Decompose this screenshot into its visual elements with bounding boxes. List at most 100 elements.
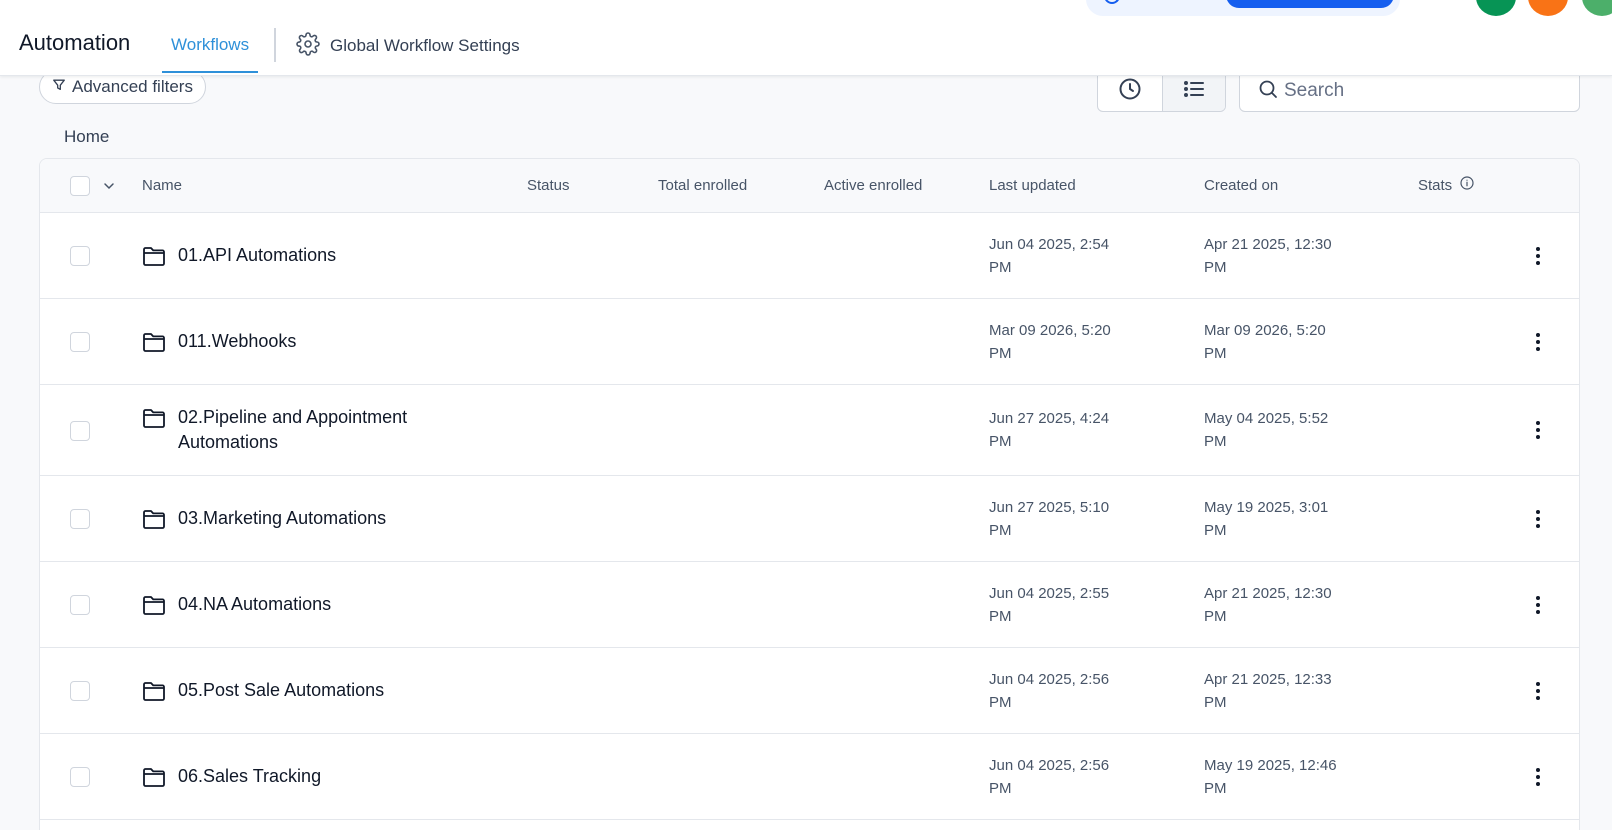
last-updated-cell: Jun 04 2025, 2:56 PM [989, 668, 1169, 714]
created-on-cell: May 19 2025, 12:46 PM [1204, 754, 1384, 800]
column-header-stats[interactable]: Stats [1418, 159, 1474, 213]
last-updated-meridiem: PM [989, 259, 1012, 276]
created-on-cell: May 04 2025, 5:52 PM [1204, 407, 1384, 453]
info-icon[interactable] [1460, 159, 1474, 213]
notifications-avatar[interactable] [1528, 0, 1568, 16]
row-checkbox[interactable] [70, 332, 90, 352]
last-updated-date: Jun 27 2025, 5:10 [989, 499, 1110, 516]
more-options-icon[interactable] [1526, 418, 1550, 442]
clock-icon [1118, 77, 1142, 106]
workflow-folder-name[interactable]: 06.Sales Tracking [178, 764, 458, 789]
last-updated-cell: Jun 27 2025, 5:10 PM [989, 496, 1169, 542]
workflow-folder-name[interactable]: 01.API Automations [178, 243, 458, 268]
column-header-stats-label: Stats [1418, 177, 1453, 194]
workflow-folder-name[interactable]: 04.NA Automations [178, 592, 458, 617]
table-row[interactable]: 05.Post Sale Automations Jun 04 2025, 2:… [40, 648, 1579, 734]
workflow-folder-name[interactable]: 02.Pipeline and Appointment Automations [178, 405, 458, 455]
table-row[interactable]: 03.Marketing Automations Jun 27 2025, 5:… [40, 476, 1579, 562]
view-toggle [1097, 70, 1226, 112]
folder-icon [142, 680, 166, 702]
column-header-created-on[interactable]: Created on [1204, 159, 1278, 213]
created-on-meridiem: PM [1204, 259, 1227, 276]
more-options-icon[interactable] [1526, 765, 1550, 789]
row-checkbox[interactable] [70, 767, 90, 787]
phone-status-avatar[interactable] [1476, 0, 1516, 16]
workflows-table: Name Status Total enrolled Active enroll… [39, 158, 1580, 830]
last-updated-meridiem: PM [989, 694, 1012, 711]
last-updated-meridiem: PM [989, 780, 1012, 797]
last-updated-date: Jun 27 2025, 4:24 [989, 410, 1110, 427]
list-icon [1182, 77, 1206, 106]
workflow-folder-name[interactable]: 011.Webhooks [178, 329, 458, 354]
top-primary-button[interactable] [1226, 0, 1394, 8]
table-row[interactable]: 02.Pipeline and Appointment Automations … [40, 385, 1579, 476]
tab-global-workflow-settings[interactable]: Global Workflow Settings [296, 30, 520, 62]
created-on-cell: Mar 09 2026, 5:20 PM [1204, 319, 1384, 365]
more-options-icon[interactable] [1526, 507, 1550, 531]
last-updated-date: Mar 09 2026, 5:20 [989, 322, 1111, 339]
row-checkbox[interactable] [70, 595, 90, 615]
row-checkbox[interactable] [70, 421, 90, 441]
last-updated-meridiem: PM [989, 345, 1012, 362]
folder-icon [142, 508, 166, 530]
column-header-name[interactable]: Name [142, 159, 182, 213]
created-on-cell: May 19 2025, 3:01 PM [1204, 496, 1384, 542]
row-checkbox[interactable] [70, 681, 90, 701]
search-input[interactable] [1284, 80, 1564, 102]
more-options-icon[interactable] [1526, 679, 1550, 703]
more-options-icon[interactable] [1526, 593, 1550, 617]
column-header-active-enrolled[interactable]: Active enrolled [824, 159, 922, 213]
filter-icon [52, 77, 66, 97]
created-on-date: May 19 2025, 3:01 [1204, 499, 1329, 516]
workflow-folder-name[interactable]: 03.Marketing Automations [178, 506, 458, 531]
breadcrumb[interactable]: Home [64, 127, 109, 147]
created-on-cell: Apr 21 2025, 12:33 PM [1204, 668, 1384, 714]
created-on-meridiem: PM [1204, 522, 1227, 539]
last-updated-meridiem: PM [989, 433, 1012, 450]
folder-icon [142, 594, 166, 616]
more-options-icon[interactable] [1526, 330, 1550, 354]
last-updated-meridiem: PM [989, 522, 1012, 539]
select-all-checkbox[interactable] [70, 176, 90, 196]
table-row[interactable]: 04.NA Automations Jun 04 2025, 2:55 PM A… [40, 562, 1579, 648]
row-checkbox[interactable] [70, 246, 90, 266]
last-updated-cell: Mar 09 2026, 5:20 PM [989, 319, 1169, 365]
folder-icon [142, 245, 166, 267]
last-updated-date: Jun 04 2025, 2:54 [989, 236, 1110, 253]
table-row[interactable]: 01.API Automations Jun 04 2025, 2:54 PM … [40, 213, 1579, 299]
advanced-filters-label: Advanced filters [72, 77, 193, 96]
last-updated-cell: Jun 27 2025, 4:24 PM [989, 407, 1169, 453]
column-header-status[interactable]: Status [527, 159, 570, 213]
created-on-meridiem: PM [1204, 608, 1227, 625]
created-on-date: May 04 2025, 5:52 [1204, 410, 1329, 427]
more-options-icon[interactable] [1526, 244, 1550, 268]
tab-divider [274, 28, 276, 62]
last-updated-cell: Jun 04 2025, 2:54 PM [989, 233, 1169, 279]
column-header-last-updated[interactable]: Last updated [989, 159, 1076, 213]
created-on-meridiem: PM [1204, 694, 1227, 711]
search-field[interactable] [1239, 70, 1580, 112]
table-row[interactable]: 06.Sales Tracking Jun 04 2025, 2:56 PM M… [40, 734, 1579, 820]
user-avatar[interactable] [1582, 0, 1612, 16]
app-title: Automation [19, 30, 131, 55]
gear-icon [296, 31, 320, 61]
last-updated-meridiem: PM [989, 608, 1012, 625]
top-header: Automation Workflows Global Workflow Set… [0, 0, 1612, 76]
column-header-total-enrolled[interactable]: Total enrolled [658, 159, 747, 213]
created-on-meridiem: PM [1204, 433, 1227, 450]
list-view-button[interactable] [1161, 71, 1225, 111]
created-on-date: Apr 21 2025, 12:33 [1204, 671, 1332, 688]
history-view-button[interactable] [1098, 71, 1162, 111]
table-header: Name Status Total enrolled Active enroll… [40, 159, 1579, 213]
created-on-cell: Apr 21 2025, 12:30 PM [1204, 233, 1384, 279]
created-on-date: May 19 2025, 12:46 [1204, 757, 1337, 774]
row-checkbox[interactable] [70, 509, 90, 529]
folder-icon [142, 331, 166, 353]
workflow-folder-name[interactable]: 05.Post Sale Automations [178, 678, 458, 703]
chevron-down-icon[interactable] [102, 179, 116, 193]
last-updated-cell: Jun 04 2025, 2:55 PM [989, 582, 1169, 628]
search-icon [1258, 79, 1278, 104]
tab-workflows[interactable]: Workflows [162, 26, 259, 73]
table-row[interactable]: 011.Webhooks Mar 09 2026, 5:20 PM Mar 09… [40, 299, 1579, 385]
created-on-date: Apr 21 2025, 12:30 [1204, 236, 1332, 253]
